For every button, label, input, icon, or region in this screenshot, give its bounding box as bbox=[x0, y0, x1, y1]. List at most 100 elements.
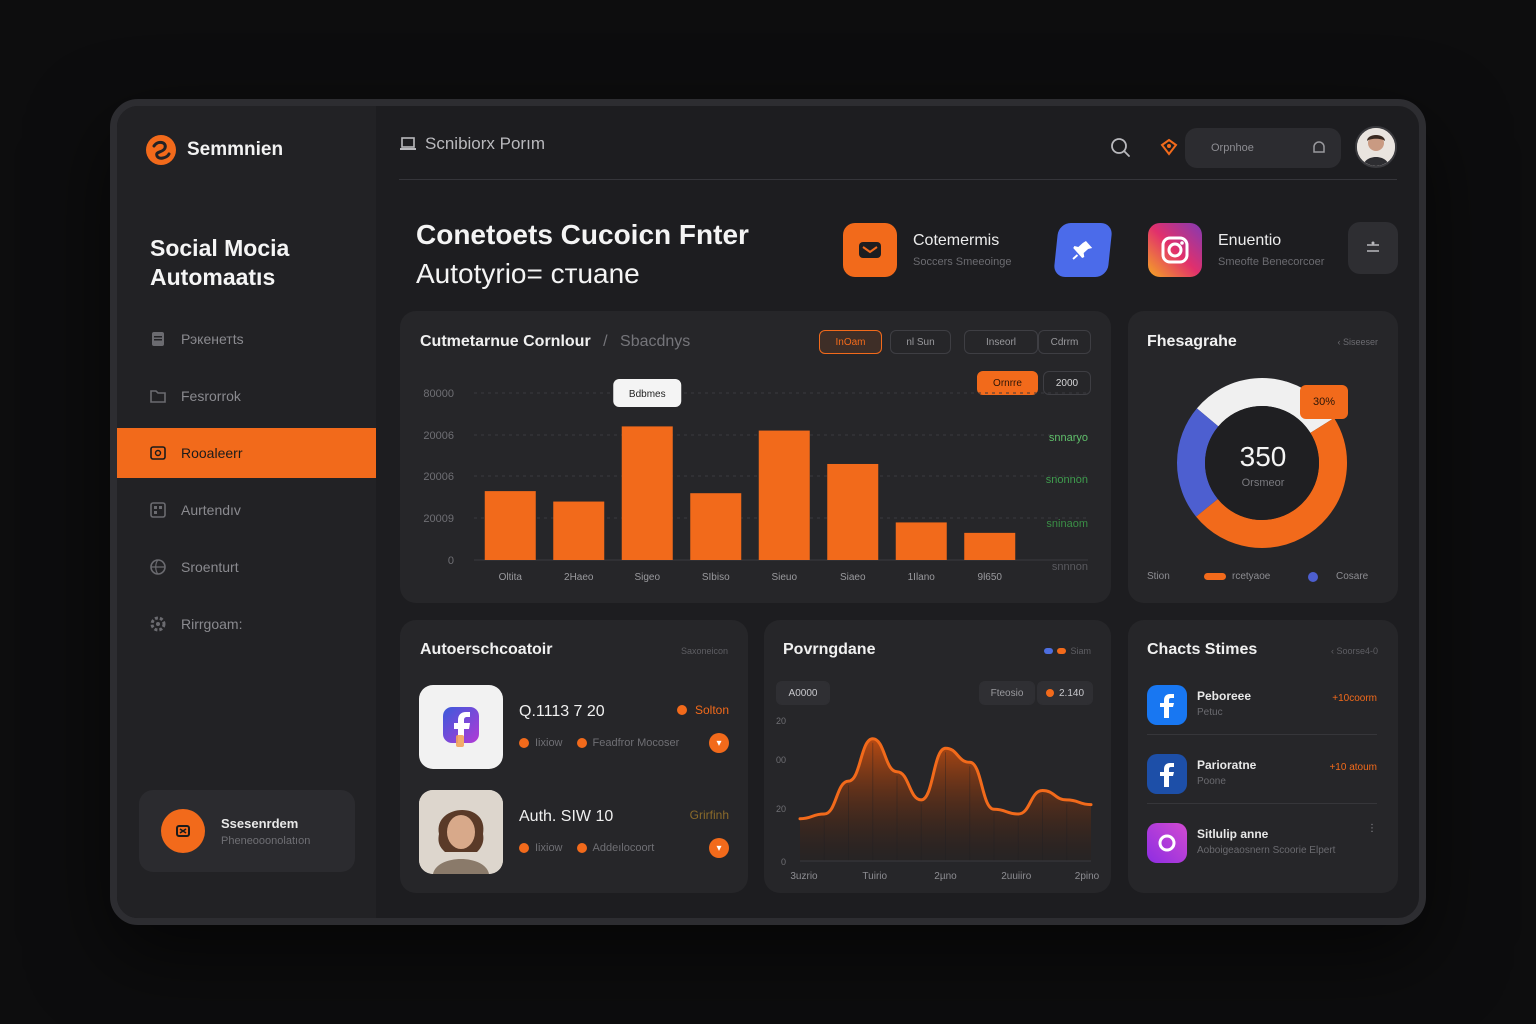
bar-chart: 80000 20006 20006 20009 0 Oltita 2Haeo Sigeo SIb… bbox=[423, 379, 1088, 583]
sidebar-item-4[interactable]: Aurtendıv bbox=[117, 485, 376, 535]
hero-app-mail-text: Cotemermis Soccers Smeeoinge bbox=[913, 232, 1011, 268]
hero-app-title: Cotemermis bbox=[913, 232, 1000, 249]
topbar: Scnibiorx Porım Orpnhoe bbox=[399, 124, 1397, 180]
bar bbox=[895, 522, 947, 560]
meta-dot bbox=[519, 843, 529, 853]
bell-icon bbox=[1313, 141, 1325, 153]
hero-app-mail[interactable]: Cotemermis Soccers Smeeoinge bbox=[843, 223, 1011, 277]
sidebar-nav: Рэкенетts Fesrorrok Rooaleerr Aurtendıv bbox=[117, 314, 376, 656]
donut-legend-1: Stion bbox=[1147, 571, 1170, 582]
automation-name: Auth. SIW 10 bbox=[519, 808, 614, 825]
chats-title: Chacts Stimes bbox=[1147, 641, 1258, 658]
donut-legend-2: rcetyaoe bbox=[1232, 571, 1271, 582]
donut-legend-3: Cosare bbox=[1336, 571, 1369, 582]
y-tick-label: 0 bbox=[448, 555, 454, 567]
automations-card: Autoerschcoatoir Saxoneicon Q.1113 7 20 … bbox=[400, 620, 748, 893]
legend-swatch-orange bbox=[1204, 573, 1226, 580]
x-tick-label: 2pino bbox=[1075, 871, 1100, 882]
run-action-button[interactable]: ▾ bbox=[709, 838, 729, 858]
x-tick-label: Siaeo bbox=[840, 572, 866, 583]
chat-row[interactable]: Parioratne Poone +10 atoum bbox=[1147, 744, 1377, 804]
x-tick-label: 3uzrio bbox=[790, 871, 818, 882]
avatar[interactable] bbox=[1355, 126, 1397, 168]
meta-text-2: Feadfror Mocoser bbox=[592, 737, 680, 749]
laptop-icon bbox=[400, 137, 416, 150]
filter-menu-button[interactable] bbox=[1348, 222, 1398, 274]
mail-icon bbox=[843, 223, 897, 277]
sidebar-item-1[interactable]: Рэкенетts bbox=[117, 314, 376, 364]
chats-corner-label[interactable]: ‹ Soorse4-0 bbox=[1331, 646, 1378, 656]
ticket-icon bbox=[161, 809, 205, 853]
run-action-button[interactable]: ▾ bbox=[709, 733, 729, 753]
facebook-icon bbox=[1147, 685, 1187, 725]
chat-subtitle: Poone bbox=[1197, 776, 1226, 787]
app-window: Semmnien Social Mocia Automaatıs Рэкенет… bbox=[110, 99, 1426, 925]
sidebar-title-line2: Automaatıs bbox=[150, 264, 276, 290]
chats-card: Chacts Stimes ‹ Soorse4-0 Peboreee Petuc… bbox=[1128, 620, 1398, 893]
grid-icon bbox=[149, 501, 167, 519]
y-tick-label: 20006 bbox=[423, 471, 454, 483]
automation-status: Grirfinh bbox=[690, 808, 729, 822]
sidebar-item-label: Sroenturt bbox=[181, 559, 239, 575]
automation-row[interactable]: Q.1113 7 20 Solton Iixiow Feadfror Mocos… bbox=[419, 685, 729, 769]
series-label: sninaom bbox=[1046, 518, 1088, 530]
search-icon[interactable] bbox=[1109, 136, 1133, 160]
legend-swatch-blue bbox=[1308, 572, 1318, 582]
globe-icon bbox=[149, 558, 167, 576]
automation-meta: Iixiow Feadfror Mocoser bbox=[519, 737, 679, 749]
chat-name: Sitlulip anne bbox=[1197, 827, 1269, 841]
instagram-icon bbox=[1148, 223, 1202, 277]
x-tick-label: SIbiso bbox=[702, 572, 730, 583]
meta-text-1: Iixiow bbox=[535, 737, 563, 749]
automation-status: Solton bbox=[676, 703, 729, 717]
chat-row[interactable]: Peboreee Petuc +10coorm bbox=[1147, 675, 1377, 735]
bar-chart-card: Cutmetarnue Cornlour / Sbacdnys InOam nl… bbox=[400, 311, 1111, 603]
promo-text: Ssesenrdem Pheneooonolatıon bbox=[221, 816, 310, 847]
donut-center-label: Orsmeor bbox=[1241, 477, 1285, 489]
chat-value: +10coorm bbox=[1332, 693, 1377, 704]
area-chart: 20 00 20 0 3uzrio Tuirio 2µno 2uuiiro 2pino bbox=[776, 716, 1100, 882]
page-title: Conetoets Cucoicn Fnter Autotyrio= cтuan… bbox=[416, 215, 749, 293]
bar bbox=[827, 463, 879, 560]
promo-title: Ssesenrdem bbox=[221, 815, 299, 831]
sidebar-item-label: Fesrorrok bbox=[181, 388, 241, 404]
chat-row[interactable]: Sitlulip anne Aoboigeaosnern Scoorie Elp… bbox=[1147, 813, 1377, 873]
notification-icon[interactable] bbox=[1157, 136, 1181, 160]
hero-app-instagram-text: Enuentio Smeofte Benecorcoer bbox=[1218, 232, 1324, 268]
sidebar-item-label: Rooaleerr bbox=[181, 445, 243, 461]
x-tick-label: Tuirio bbox=[862, 871, 887, 882]
hero-app-instagram[interactable]: Enuentio Smeofte Benecorcoer bbox=[1148, 223, 1324, 277]
sliders-icon bbox=[1367, 241, 1379, 252]
page-title-line1: Conetoets Cucoicn Fnter bbox=[416, 219, 749, 250]
brand-logo-icon bbox=[146, 135, 176, 165]
x-tick-label: 1Ilano bbox=[908, 572, 936, 583]
y-tick-label: 20009 bbox=[423, 513, 454, 525]
series-label: snonnon bbox=[1046, 474, 1088, 486]
meta-dot bbox=[519, 738, 529, 748]
y-tick-label: 20 bbox=[776, 804, 786, 814]
chat-name: Peboreee bbox=[1197, 689, 1252, 703]
meta-dot bbox=[576, 843, 587, 853]
promo-card[interactable]: Ssesenrdem Pheneooonolatıon bbox=[139, 790, 355, 872]
account-pill-label: Orpnhoe bbox=[1211, 142, 1254, 154]
page-title-line2: Autotyrio= cтuane bbox=[416, 258, 640, 289]
brand[interactable]: Semmnien bbox=[145, 134, 283, 166]
topbar-title: Scnibiorx Porım bbox=[425, 134, 545, 153]
automation-name: Q.1113 7 20 bbox=[519, 703, 605, 720]
folder-icon bbox=[149, 387, 167, 405]
sidebar-item-3[interactable]: Rooaleerr bbox=[117, 428, 376, 478]
y-tick-label: 80000 bbox=[423, 388, 454, 400]
account-pill[interactable]: Orpnhoe bbox=[1185, 128, 1341, 168]
sidebar-item-5[interactable]: Sroenturt bbox=[117, 542, 376, 592]
sidebar-item-6[interactable]: Rirrgoam: bbox=[117, 599, 376, 649]
sidebar-item-2[interactable]: Fesrorrok bbox=[117, 371, 376, 421]
status-text: Grirfinh bbox=[689, 808, 729, 822]
bar bbox=[484, 491, 536, 560]
automation-row[interactable]: Auth. SIW 10 Grirfinh Iixiow Addeılocoor… bbox=[419, 790, 729, 874]
hero-app-pin[interactable] bbox=[1053, 223, 1113, 277]
chat-more-icon[interactable]: ⋮ bbox=[1367, 823, 1377, 834]
x-tick-label: Sigeo bbox=[634, 572, 660, 583]
sidebar: Semmnien Social Mocia Automaatıs Рэкенет… bbox=[117, 106, 376, 918]
user-portrait-icon bbox=[1357, 128, 1395, 166]
automations-corner-label[interactable]: Saxoneicon bbox=[681, 646, 728, 656]
